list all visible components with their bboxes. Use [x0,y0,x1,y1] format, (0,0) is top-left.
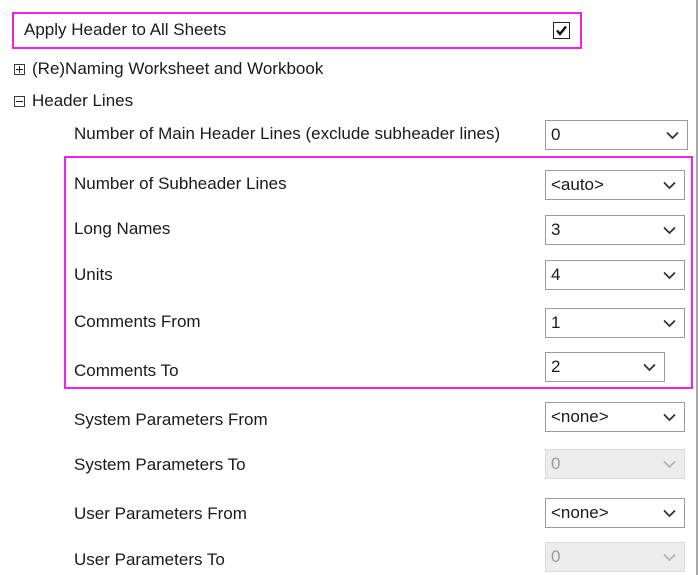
apply-header-label: Apply Header to All Sheets [24,20,227,39]
dropdown-value: <none> [551,503,609,522]
units-dropdown[interactable]: 4 [545,260,685,290]
collapse-minus-icon[interactable] [14,96,25,107]
chevron-down-icon [663,509,676,518]
user-params-to-dropdown: 0 [545,542,685,572]
chevron-down-icon [666,131,679,140]
row-long-names-label: Long Names [74,219,171,238]
group-header-lines-label[interactable]: Header Lines [32,91,133,111]
settings-panel: Apply Header to All Sheets (Re)Naming Wo… [0,0,698,575]
group-renaming-label[interactable]: (Re)Naming Worksheet and Workbook [32,59,323,79]
apply-header-checkbox[interactable] [553,22,570,39]
row-subheader-lines-label: Number of Subheader Lines [74,174,287,193]
chevron-down-icon [663,181,676,190]
subheader-lines-dropdown[interactable]: <auto> [545,170,685,200]
checkmark-icon [556,25,567,36]
chevron-down-icon [663,271,676,280]
dropdown-value: <none> [551,407,609,426]
row-system-params-from-label: System Parameters From [74,410,268,429]
row-comments-to-label: Comments To [74,361,179,380]
dropdown-value: 4 [551,265,561,284]
chevron-down-icon [663,226,676,235]
row-units-label: Units [74,265,113,284]
main-header-lines-dropdown[interactable]: 0 [545,120,688,150]
comments-from-dropdown[interactable]: 1 [545,308,685,338]
dropdown-value: <auto> [551,175,604,194]
chevron-down-icon [663,413,676,422]
system-params-from-dropdown[interactable]: <none> [545,402,685,432]
long-names-dropdown[interactable]: 3 [545,215,685,245]
expand-plus-icon[interactable] [14,64,25,75]
row-user-params-from-label: User Parameters From [74,504,247,523]
chevron-down-icon [663,460,676,469]
row-comments-from-label: Comments From [74,312,201,331]
chevron-down-icon [663,553,676,562]
dropdown-value: 2 [551,357,561,376]
comments-to-dropdown[interactable]: 2 [545,352,665,382]
user-params-from-dropdown[interactable]: <none> [545,498,685,528]
chevron-down-icon [643,363,656,372]
row-system-params-to-label: System Parameters To [74,455,246,474]
system-params-to-dropdown: 0 [545,449,685,479]
dropdown-value: 0 [551,125,561,144]
dropdown-value: 1 [551,313,561,332]
dropdown-value: 0 [551,454,561,473]
dropdown-value: 0 [551,547,561,566]
chevron-down-icon [663,319,676,328]
dropdown-value: 3 [551,220,561,239]
row-user-params-to-label: User Parameters To [74,550,225,569]
row-main-header-lines-label: Number of Main Header Lines (exclude sub… [74,124,501,143]
